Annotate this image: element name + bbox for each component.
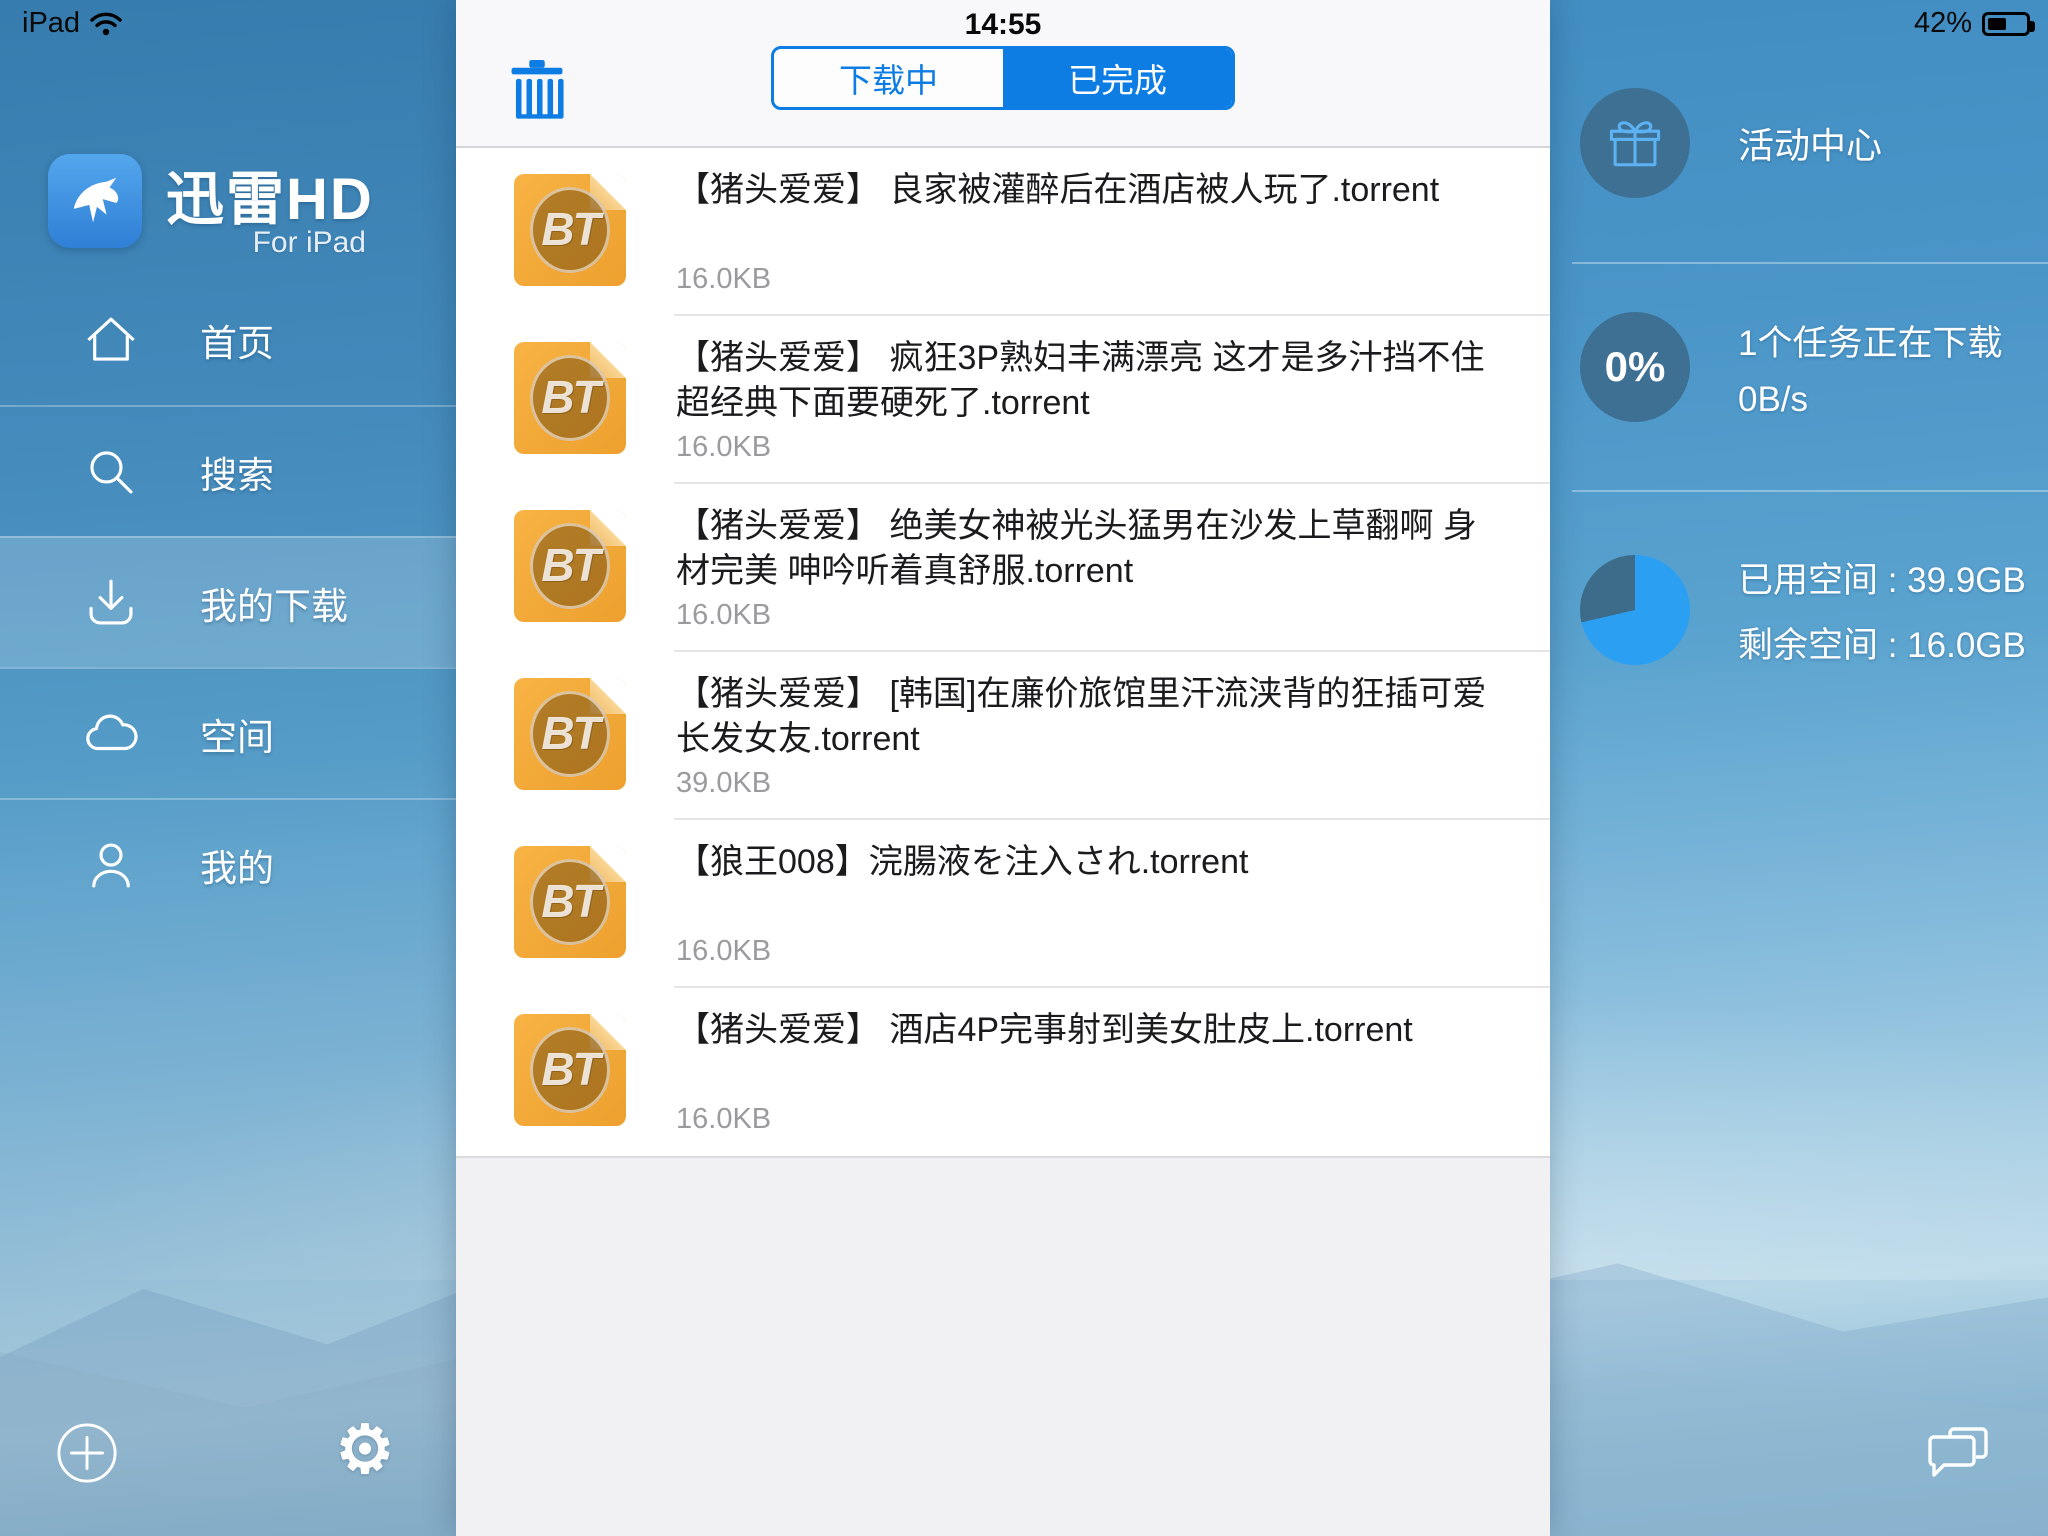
- file-name: 【猪头爱爱】 疯狂3P熟妇丰满漂亮 这才是多汁挡不住超经典下面要硬死了.torr…: [676, 336, 1488, 426]
- activity-center-label: 活动中心: [1738, 117, 1882, 169]
- bt-badge: BT: [514, 706, 626, 760]
- download-list: BT 【猪头爱爱】 良家被灌醉后在酒店被人玩了.torrent 16.0KB B…: [456, 148, 1550, 1158]
- battery-percent-label: 42%: [1914, 7, 1972, 40]
- app-title: 迅雷HD: [166, 152, 374, 236]
- battery-tip: [2030, 21, 2035, 32]
- used-space-label: 已用空间 : 39.9GB: [1738, 552, 2026, 603]
- battery-icon: [1982, 12, 2030, 36]
- tab-downloading[interactable]: 下载中: [774, 49, 1003, 107]
- divider: [1572, 490, 2048, 492]
- app-logo-row: 迅雷HD For iPad: [0, 150, 456, 260]
- download-item[interactable]: BT 【猪头爱爱】 疯狂3P熟妇丰满漂亮 这才是多汁挡不住超经典下面要硬死了.t…: [456, 316, 1550, 484]
- cloud-icon: [82, 705, 140, 763]
- storage-status[interactable]: 已用空间 : 39.9GB 剩余空间 : 16.0GB: [1580, 552, 2026, 668]
- tab-completed[interactable]: 已完成: [1003, 49, 1232, 107]
- sidebar-item-label: 我的下载: [200, 576, 348, 630]
- carrier-label: iPad: [22, 7, 80, 40]
- gift-circle: [1580, 88, 1690, 198]
- trash-button[interactable]: [508, 60, 566, 122]
- bt-badge: BT: [514, 202, 626, 256]
- file-info: 【猪头爱爱】 良家被灌醉后在酒店被人玩了.torrent 16.0KB: [676, 148, 1488, 316]
- sidebar-menu: 首页 搜索 我的下载 空间: [0, 274, 456, 929]
- bt-badge: BT: [514, 370, 626, 424]
- app-screen: 迅雷HD For iPad 首页 搜索 我的下载: [0, 0, 2048, 1536]
- sidebar-item-home[interactable]: 首页: [0, 274, 456, 405]
- add-task-button[interactable]: [56, 1422, 118, 1484]
- sidebar-item-me[interactable]: 我的: [0, 798, 456, 929]
- file-info: 【猪头爱爱】 [韩国]在廉价旅馆里汗流浃背的狂插可爱长发女友.torrent 3…: [676, 652, 1488, 820]
- sidebar-item-my-downloads[interactable]: 我的下载: [0, 536, 456, 667]
- download-item[interactable]: BT 【狼王008】浣腸液を注入され.torrent 16.0KB: [456, 820, 1550, 988]
- person-icon: [82, 836, 140, 894]
- file-info: 【猪头爱爱】 绝美女神被光头猛男在沙发上草翻啊 身材完美 呻吟听着真舒服.tor…: [676, 484, 1488, 652]
- download-item[interactable]: BT 【猪头爱爱】 酒店4P完事射到美女肚皮上.torrent 16.0KB: [456, 988, 1550, 1156]
- bt-file-icon: BT: [514, 510, 626, 622]
- bt-badge: BT: [514, 538, 626, 592]
- file-info: 【狼王008】浣腸液を注入され.torrent 16.0KB: [676, 820, 1488, 988]
- file-name: 【狼王008】浣腸液を注入され.torrent: [676, 840, 1488, 885]
- download-status-text: 1个任务正在下载 0B/s: [1738, 315, 2002, 420]
- progress-circle: 0%: [1580, 312, 1690, 422]
- file-size: 16.0KB: [676, 599, 1488, 632]
- bt-file-icon: BT: [514, 342, 626, 454]
- right-panel: 活动中心 0% 1个任务正在下载 0B/s 已用空间 : 39.9GB 剩余空间…: [1550, 0, 2048, 1536]
- bt-badge: BT: [514, 874, 626, 928]
- download-icon: [82, 574, 140, 632]
- sidebar-item-space[interactable]: 空间: [0, 667, 456, 798]
- search-icon: [82, 443, 140, 501]
- divider: [1572, 262, 2048, 264]
- download-item[interactable]: BT 【猪头爱爱】 绝美女神被光头猛男在沙发上草翻啊 身材完美 呻吟听着真舒服.…: [456, 484, 1550, 652]
- file-size: 16.0KB: [676, 935, 1488, 968]
- bt-file-icon: BT: [514, 678, 626, 790]
- bird-icon: [64, 170, 126, 232]
- app-logo: [48, 154, 142, 248]
- tasks-downloading-label: 1个任务正在下载: [1738, 315, 2002, 366]
- file-size: 16.0KB: [676, 263, 1488, 296]
- file-info: 【猪头爱爱】 疯狂3P熟妇丰满漂亮 这才是多汁挡不住超经典下面要硬死了.torr…: [676, 316, 1488, 484]
- feedback-chat-button[interactable]: [1926, 1424, 1990, 1484]
- free-space-label: 剩余空间 : 16.0GB: [1738, 617, 2026, 668]
- storage-pie: [1580, 555, 1690, 665]
- status-bar: iPad 14:55 42%: [0, 0, 2048, 44]
- file-info: 【猪头爱爱】 酒店4P完事射到美女肚皮上.torrent 16.0KB: [676, 988, 1488, 1156]
- sidebar-item-label: 首页: [200, 313, 274, 367]
- activity-center[interactable]: 活动中心: [1580, 88, 1882, 198]
- bt-file-icon: BT: [514, 846, 626, 958]
- bt-file-icon: BT: [514, 174, 626, 286]
- bt-file-icon: BT: [514, 1014, 626, 1126]
- file-name: 【猪头爱爱】 酒店4P完事射到美女肚皮上.torrent: [676, 1008, 1488, 1053]
- settings-button[interactable]: ⚙: [334, 1418, 396, 1480]
- download-item[interactable]: BT 【猪头爱爱】 [韩国]在廉价旅馆里汗流浃背的狂插可爱长发女友.torren…: [456, 652, 1550, 820]
- status-carrier: iPad: [22, 7, 122, 40]
- status-battery: 42%: [1914, 7, 2030, 40]
- sidebar-item-label: 空间: [200, 707, 274, 761]
- home-icon: [82, 311, 140, 369]
- file-size: 39.0KB: [676, 767, 1488, 800]
- file-name: 【猪头爱爱】 [韩国]在廉价旅馆里汗流浃背的狂插可爱长发女友.torrent: [676, 672, 1488, 762]
- file-size: 16.0KB: [676, 1103, 1488, 1136]
- panel-footer: [456, 1158, 1550, 1536]
- file-name: 【猪头爱爱】 良家被灌醉后在酒店被人玩了.torrent: [676, 168, 1488, 213]
- download-speed-label: 0B/s: [1738, 380, 2002, 420]
- downloads-panel: 下载中 已完成 BT 【猪头爱爱】 良家被灌醉后在酒店被人玩了.torrent …: [456, 0, 1550, 1536]
- file-size: 16.0KB: [676, 431, 1488, 464]
- download-status[interactable]: 0% 1个任务正在下载 0B/s: [1580, 312, 2002, 422]
- battery-fill: [1988, 18, 2006, 30]
- status-time: 14:55: [965, 8, 1042, 42]
- sidebar-item-search[interactable]: 搜索: [0, 405, 456, 536]
- sidebar-item-label: 搜索: [200, 445, 274, 499]
- tab-bar: 下载中 已完成: [771, 46, 1235, 110]
- bt-badge: BT: [514, 1042, 626, 1096]
- gift-icon: [1606, 114, 1664, 172]
- app-subtitle: For iPad: [166, 226, 366, 260]
- progress-percent: 0%: [1605, 343, 1666, 391]
- file-name: 【猪头爱爱】 绝美女神被光头猛男在沙发上草翻啊 身材完美 呻吟听着真舒服.tor…: [676, 504, 1488, 594]
- wifi-icon: [90, 12, 122, 36]
- sidebar-item-label: 我的: [200, 838, 274, 892]
- storage-text: 已用空间 : 39.9GB 剩余空间 : 16.0GB: [1738, 552, 2026, 668]
- download-item[interactable]: BT 【猪头爱爱】 良家被灌醉后在酒店被人玩了.torrent 16.0KB: [456, 148, 1550, 316]
- sidebar: 迅雷HD For iPad 首页 搜索 我的下载: [0, 0, 456, 1536]
